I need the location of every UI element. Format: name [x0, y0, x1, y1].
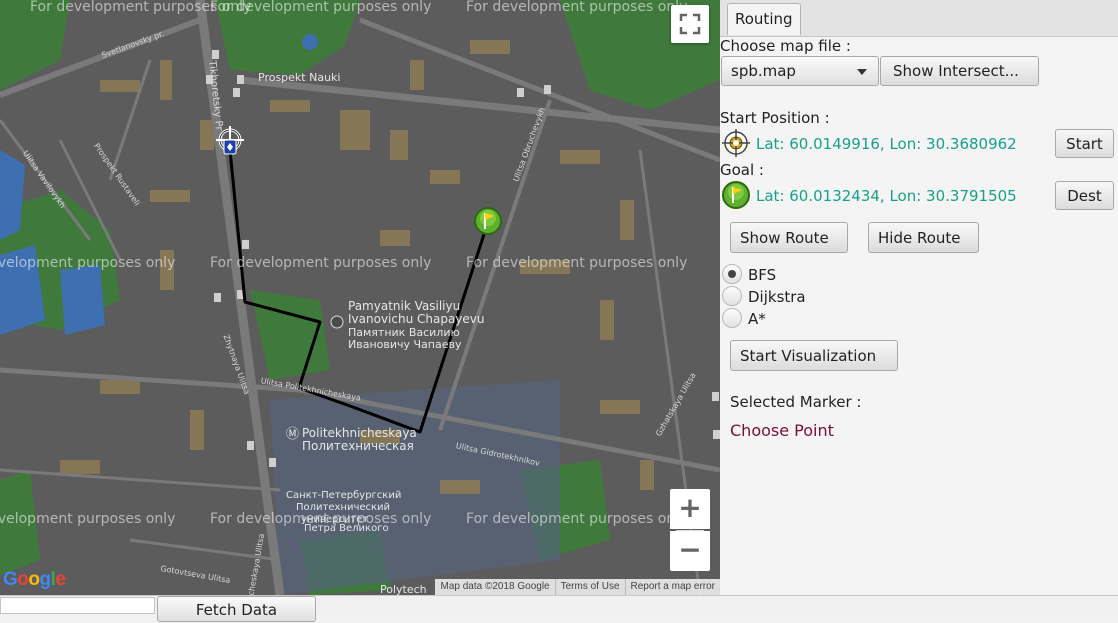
selected-marker-label: Selected Marker : [730, 393, 862, 411]
poi-label: Pamyatnik Vasiliyu [348, 299, 461, 313]
start-button[interactable]: Start [1055, 129, 1114, 158]
map-attribution: Map data ©2018 Google Terms of Use Repor… [435, 579, 720, 595]
map-file-value: spb.map [731, 62, 796, 80]
start-coordinates: Lat: 60.0149916, Lon: 30.3680962 [756, 135, 1017, 153]
goal-flag-icon[interactable] [473, 206, 503, 236]
poi-label: Политехнический [296, 502, 391, 513]
map-view[interactable]: For development purposes only For develo… [0, 0, 720, 595]
map-file-select[interactable]: spb.map [721, 56, 879, 86]
poi-label: Polytech [380, 583, 427, 596]
dev-watermark: For development purposes only [466, 255, 688, 271]
dev-watermark: For development purposes only [466, 0, 688, 15]
chevron-down-icon [857, 69, 867, 75]
goal-flag-icon [722, 181, 750, 209]
metro-label: Политехническая [302, 439, 414, 453]
address-input[interactable] [0, 597, 155, 614]
fullscreen-icon [679, 13, 701, 35]
dev-watermark: For development purposes only [210, 255, 432, 271]
radio-dijkstra[interactable] [722, 286, 742, 306]
google-logo: Google [3, 569, 66, 590]
radio-bfs[interactable] [722, 264, 742, 284]
poi-label: Петра Великого [304, 523, 389, 534]
street-label: Prospekt Nauki [258, 71, 341, 84]
poi-label: Ivanovichu Chapayevu [348, 312, 485, 326]
hide-route-button[interactable]: Hide Route [868, 222, 979, 253]
radio-label-dijkstra: Dijkstra [748, 288, 806, 306]
report-error-link[interactable]: Report a map error [624, 579, 720, 595]
radio-label-astar: A* [748, 310, 766, 328]
start-marker-icon [722, 129, 750, 157]
radio-astar[interactable] [722, 308, 742, 328]
dev-watermark: For development purposes only [466, 511, 688, 527]
poi-label: Ивановичу Чапаеву [348, 338, 462, 351]
show-intersections-button[interactable]: Show Intersect... [880, 56, 1039, 86]
start-position-label: Start Position : [720, 109, 830, 127]
tab-routing[interactable]: Routing [727, 3, 801, 35]
fullscreen-button[interactable] [671, 5, 709, 43]
map-data-label: Map data ©2018 Google [440, 581, 550, 592]
tab-bar: Routing [720, 0, 1118, 37]
metro-label: Politekhnicheskaya [302, 426, 417, 440]
choose-map-label: Choose map file : [720, 37, 851, 55]
dev-watermark: For development purposes only [0, 511, 176, 527]
fetch-data-button[interactable]: Fetch Data [157, 596, 316, 622]
dev-watermark: For development purposes only [0, 255, 176, 271]
start-visualization-button[interactable]: Start Visualization [730, 340, 898, 371]
show-route-button[interactable]: Show Route [730, 222, 848, 253]
zoom-out-button[interactable]: − [670, 531, 710, 571]
terms-link[interactable]: Terms of Use [554, 579, 625, 595]
dest-button[interactable]: Dest [1055, 181, 1114, 210]
poi-label: Санкт-Петербургский [286, 490, 402, 501]
zoom-in-button[interactable]: + [670, 489, 710, 529]
dev-watermark: For development purposes only [210, 0, 432, 15]
goal-label: Goal : [720, 161, 764, 179]
choose-point-text: Choose Point [730, 421, 834, 440]
radio-label-bfs: BFS [748, 266, 777, 284]
goal-coordinates: Lat: 60.0132434, Lon: 30.3791505 [756, 187, 1017, 205]
metro-icon: Ⓜ [286, 427, 300, 442]
radio-selected-dot [728, 270, 736, 278]
start-marker-icon[interactable] [216, 126, 244, 158]
